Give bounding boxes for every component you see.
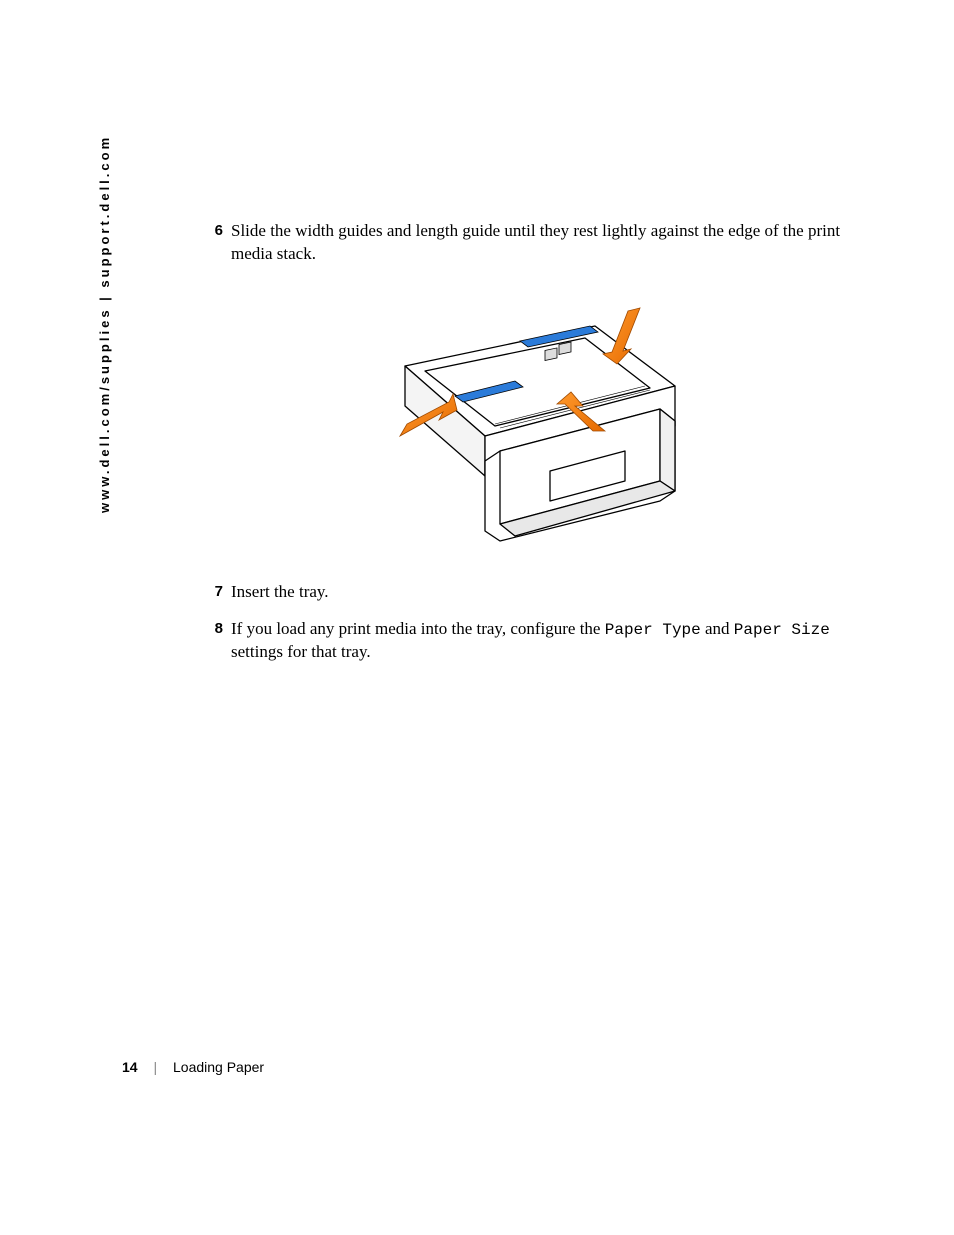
step-8-mono-1: Paper Type: [605, 621, 701, 639]
step-6-text: Slide the width guides and length guide …: [223, 220, 865, 266]
step-7-text: Insert the tray.: [223, 581, 329, 604]
step-8-pre: If you load any print media into the tra…: [231, 619, 605, 638]
page-number: 14: [122, 1059, 138, 1075]
step-8-number: 8: [195, 618, 223, 639]
step-6: 6 Slide the width guides and length guid…: [195, 220, 865, 266]
step-8: 8 If you load any print media into the t…: [195, 618, 865, 665]
step-7-number: 7: [195, 581, 223, 602]
page-footer: 14 | Loading Paper: [122, 1059, 264, 1075]
step-8-post: settings for that tray.: [231, 642, 371, 661]
document-page: www.dell.com/supplies | support.dell.com…: [0, 0, 954, 1235]
step-8-mono-2: Paper Size: [734, 621, 830, 639]
paper-tray-illustration: [345, 286, 715, 551]
side-url-text: www.dell.com/supplies | support.dell.com: [97, 135, 112, 513]
content-area: 6 Slide the width guides and length guid…: [195, 220, 865, 672]
section-title: Loading Paper: [173, 1059, 264, 1075]
figure-container: [195, 286, 865, 551]
step-8-mid: and: [701, 619, 734, 638]
step-6-number: 6: [195, 220, 223, 241]
footer-separator: |: [153, 1059, 157, 1075]
step-7: 7 Insert the tray.: [195, 581, 865, 604]
step-8-text: If you load any print media into the tra…: [223, 618, 865, 665]
